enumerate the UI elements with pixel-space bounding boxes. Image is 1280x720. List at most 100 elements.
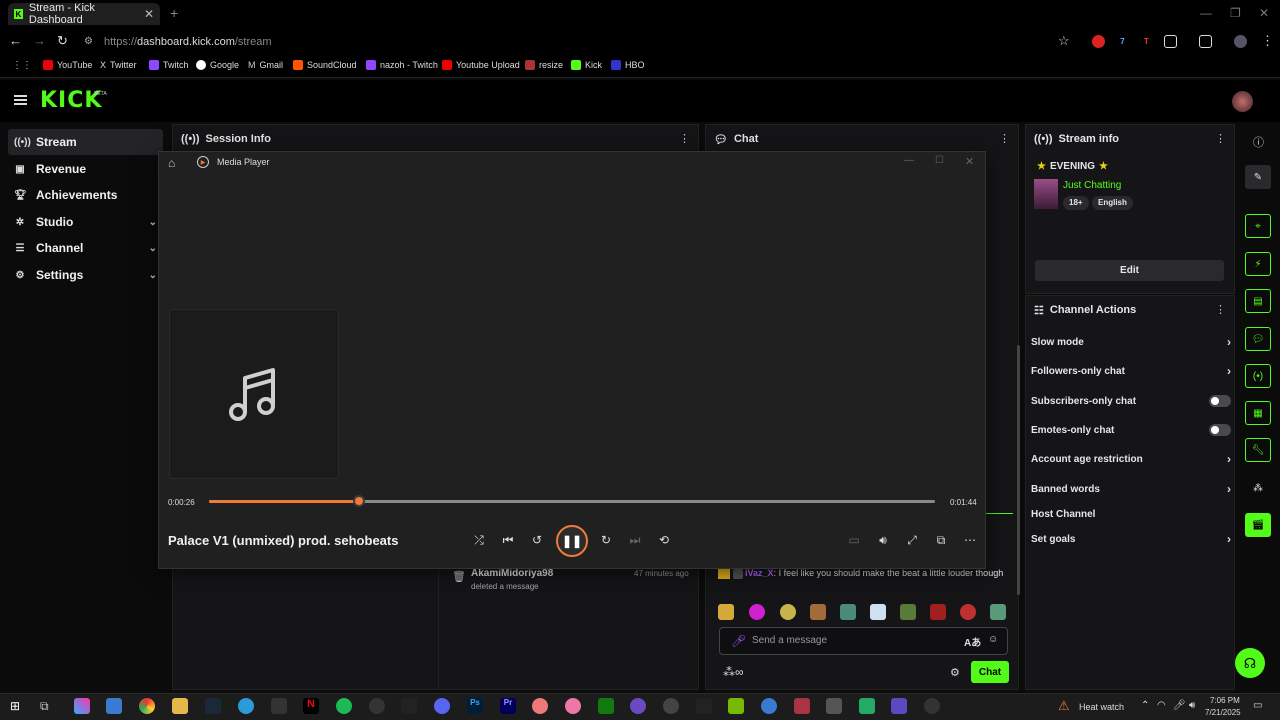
task-view-icon[interactable]: ⧉ xyxy=(40,699,49,714)
support-headset-icon[interactable]: ☊ xyxy=(1235,648,1265,678)
emote-icon[interactable] xyxy=(780,604,796,620)
captions-icon[interactable]: ▭ xyxy=(846,533,862,547)
chat-username[interactable]: iVaz_X xyxy=(745,568,774,578)
site-info-icon[interactable]: ⚙ xyxy=(84,36,93,47)
bookmark-nazoh[interactable]: nazoh - Twitch xyxy=(366,60,438,70)
action-slow-mode[interactable]: Slow mode › xyxy=(1031,332,1231,352)
skip-forward-icon[interactable]: ↻ xyxy=(598,533,614,547)
extension-tp-icon[interactable]: T xyxy=(1140,35,1153,48)
clock-time[interactable]: 7:06 PM xyxy=(1210,696,1240,705)
emote-icon[interactable] xyxy=(810,604,826,620)
sidebar-item-channel[interactable]: ☰ Channel ⌄ xyxy=(8,235,163,261)
emote-icon[interactable] xyxy=(990,604,1006,620)
emote-icon[interactable] xyxy=(900,604,916,620)
emoji-icon[interactable]: ☺ xyxy=(988,634,998,645)
bookmark-star-icon[interactable]: ☆ xyxy=(1058,33,1070,49)
action-emotes-only[interactable]: Emotes-only chat xyxy=(1031,420,1231,440)
media-player-taskbar-icon[interactable] xyxy=(924,698,940,714)
sidebar-item-revenue[interactable]: ▣ Revenue xyxy=(8,156,163,182)
emote-icon[interactable] xyxy=(930,604,946,620)
repeat-off-icon[interactable]: ⟲ xyxy=(656,533,672,547)
edit-pencil-icon[interactable]: ✎ xyxy=(1245,165,1271,189)
mp-maximize-icon[interactable]: ☐ xyxy=(935,155,944,166)
mp-minimize-icon[interactable]: — xyxy=(904,155,914,166)
app-icon[interactable] xyxy=(630,698,646,714)
nvidia-icon[interactable] xyxy=(728,698,744,714)
back-icon[interactable]: ← xyxy=(9,33,22,48)
mp-close-icon[interactable]: ✕ xyxy=(965,155,974,168)
clock-date[interactable]: 7/21/2025 xyxy=(1205,708,1241,717)
more-options-icon[interactable]: ⋮ xyxy=(1215,132,1226,145)
chrome-icon[interactable] xyxy=(139,698,155,714)
emote-icon[interactable] xyxy=(840,604,856,620)
rail-lightning-icon[interactable]: ⚡︎ xyxy=(1245,252,1271,276)
skip-back-icon[interactable]: ↺ xyxy=(529,533,545,547)
app-icon[interactable] xyxy=(761,698,777,714)
browser-menu-icon[interactable]: ⋮ xyxy=(1261,33,1274,49)
bookmark-youtube[interactable]: YouTube xyxy=(43,60,92,70)
reload-icon[interactable]: ↻ xyxy=(57,33,68,49)
kick-drops-icon[interactable]: ⁂∞ xyxy=(723,665,744,679)
fullscreen-icon[interactable]: ⤢ xyxy=(904,533,920,548)
action-banned-words[interactable]: Banned words › xyxy=(1031,479,1231,499)
obs-icon[interactable] xyxy=(271,698,287,714)
seek-bar-thumb[interactable] xyxy=(352,495,365,507)
extension-translate-icon[interactable]: 7 xyxy=(1116,35,1129,48)
tab-close-icon[interactable]: ✕ xyxy=(144,7,154,21)
file-explorer-icon[interactable] xyxy=(172,698,188,714)
shuffle-icon[interactable]: ⤮ xyxy=(471,533,487,548)
chat-send-button[interactable]: Chat xyxy=(971,661,1009,683)
sidebar-item-stream[interactable]: ((•)) Stream xyxy=(8,129,163,155)
action-followers-only[interactable]: Followers-only chat › xyxy=(1031,361,1231,381)
extension-red-icon[interactable] xyxy=(1092,35,1105,48)
edge-icon[interactable] xyxy=(238,698,254,714)
heart-emote-icon[interactable] xyxy=(749,604,765,620)
browser-tab[interactable]: K Stream - Kick Dashboard ✕ xyxy=(8,2,160,26)
sidebar-item-settings[interactable]: ⚙ Settings ⌄ xyxy=(8,262,163,288)
app-icon[interactable] xyxy=(696,698,712,714)
xbox-icon[interactable] xyxy=(598,698,614,714)
minimize-icon[interactable]: — xyxy=(1200,6,1212,20)
rail-drops-icon[interactable]: ⁂ xyxy=(1245,476,1271,500)
action-host-channel[interactable]: Host Channel xyxy=(1031,504,1231,524)
volume-icon[interactable]: 🔊︎ xyxy=(875,533,891,548)
rail-clapper-icon[interactable]: 🎬︎ xyxy=(1245,513,1271,537)
url-field[interactable]: https://dashboard.kick.com/stream xyxy=(104,36,272,48)
edit-stream-button[interactable]: Edit xyxy=(1035,260,1224,281)
forward-icon[interactable]: → xyxy=(33,33,46,48)
store-icon[interactable] xyxy=(106,698,122,714)
tray-chevron-icon[interactable]: ⌃ xyxy=(1141,700,1149,711)
discord-icon[interactable] xyxy=(434,698,450,714)
weather-text[interactable]: Heat watch xyxy=(1079,702,1124,712)
sidebar-item-studio[interactable]: ✲ Studio ⌄ xyxy=(8,209,163,235)
window-close-icon[interactable]: ✕ xyxy=(1259,6,1269,20)
epic-games-icon[interactable] xyxy=(401,698,417,714)
more-options-icon[interactable]: ⋮ xyxy=(1215,303,1226,316)
rail-focus-icon[interactable]: ⌖ xyxy=(1245,214,1271,238)
emote-icon[interactable] xyxy=(960,604,976,620)
app-icon[interactable] xyxy=(369,698,385,714)
premiere-icon[interactable]: Pr xyxy=(500,698,516,714)
bookmark-soundcloud[interactable]: SoundCloud xyxy=(293,60,357,70)
app-icon[interactable] xyxy=(565,698,581,714)
action-set-goals[interactable]: Set goals › xyxy=(1031,529,1231,549)
profile-icon[interactable] xyxy=(1234,35,1247,48)
rail-broadcast-icon[interactable]: (•) xyxy=(1245,364,1271,388)
emotes-only-toggle[interactable] xyxy=(1209,424,1231,436)
chat-scrollbar[interactable] xyxy=(1017,345,1020,595)
stream-category[interactable]: Just Chatting xyxy=(1063,180,1121,191)
bookmark-twitch[interactable]: Twitch xyxy=(149,60,189,70)
app-icon[interactable] xyxy=(826,698,842,714)
app-icon[interactable] xyxy=(794,698,810,714)
copilot-icon[interactable] xyxy=(74,698,90,714)
rail-wrench-icon[interactable]: 🔧︎ xyxy=(1245,438,1271,462)
more-icon[interactable]: ⋯ xyxy=(962,533,978,547)
subscribers-only-toggle[interactable] xyxy=(1209,395,1231,407)
spotify-icon[interactable] xyxy=(336,698,352,714)
bookmark-twitter[interactable]: X Twitter xyxy=(100,60,137,70)
category-thumbnail[interactable] xyxy=(1034,179,1058,209)
sidepanel-icon[interactable] xyxy=(1199,35,1212,48)
emote-icon[interactable] xyxy=(870,604,886,620)
steam-icon[interactable] xyxy=(205,698,221,714)
app-icon[interactable] xyxy=(859,698,875,714)
